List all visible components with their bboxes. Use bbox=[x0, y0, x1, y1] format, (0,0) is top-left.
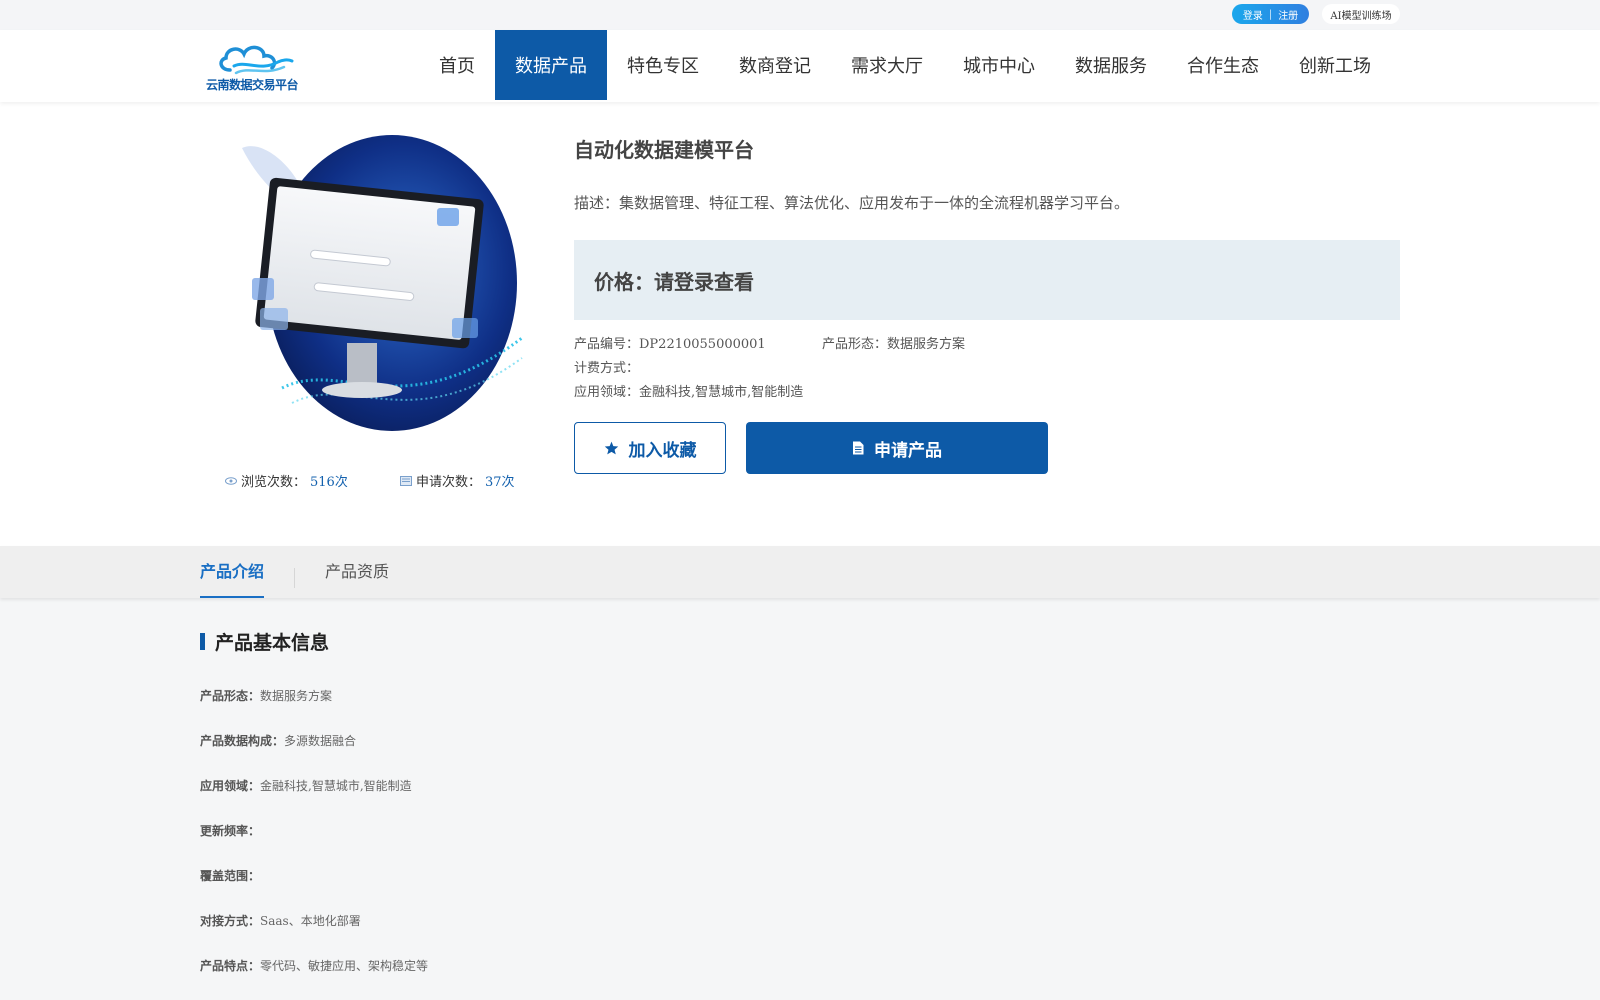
price-box: 价格：请登录查看 bbox=[574, 240, 1400, 320]
info-row: 产品形态：数据服务方案 bbox=[200, 687, 332, 704]
product-title: 自动化数据建模平台 bbox=[574, 138, 754, 162]
info-label: 对接方式： bbox=[200, 914, 261, 928]
file-icon bbox=[853, 441, 864, 455]
nav-item-city-center[interactable]: 城市中心 bbox=[943, 30, 1055, 100]
add-to-favorites-label: 加入收藏 bbox=[628, 440, 697, 461]
login-link[interactable]: 登录 bbox=[1243, 7, 1263, 22]
nav-item-data-products[interactable]: 数据产品 bbox=[495, 30, 607, 100]
view-count-label: 浏览次数： bbox=[241, 475, 307, 490]
info-label: 产品特点： bbox=[200, 959, 261, 973]
star-icon bbox=[604, 441, 618, 455]
info-label: 覆盖范围： bbox=[200, 869, 261, 883]
product-image bbox=[222, 128, 526, 433]
section-title-text: 产品基本信息 bbox=[215, 632, 330, 654]
product-form: 产品形态：数据服务方案 bbox=[822, 337, 966, 352]
ai-training-link[interactable]: AI模型训练场 bbox=[1322, 4, 1400, 24]
info-row: 覆盖范围： bbox=[200, 867, 260, 884]
nav-item-home[interactable]: 首页 bbox=[419, 30, 495, 100]
site-logo[interactable]: 云南数据交易平台 bbox=[206, 40, 302, 94]
info-value: 数据服务方案 bbox=[260, 689, 333, 703]
info-label: 产品形态： bbox=[200, 689, 261, 703]
info-label: 应用领域： bbox=[200, 779, 261, 793]
application-count-value: 37次 bbox=[485, 475, 515, 490]
nav-item-ecosystem[interactable]: 合作生态 bbox=[1167, 30, 1279, 100]
info-label: 更新频率： bbox=[200, 824, 261, 838]
detail-tabs: 产品介绍 产品资质 bbox=[0, 546, 1600, 598]
apply-product-label: 申请产品 bbox=[874, 440, 942, 461]
product-detail-section: 产品介绍 产品资质 产品基本信息 产品形态：数据服务方案 产品数据构成：多源数据… bbox=[0, 546, 1600, 1000]
view-count-value: 516次 bbox=[310, 475, 348, 490]
application-count-label: 申请次数： bbox=[416, 475, 482, 490]
info-value: 多源数据融合 bbox=[284, 734, 357, 748]
add-to-favorites-button[interactable]: 加入收藏 bbox=[574, 422, 726, 474]
auth-separator: | bbox=[1268, 8, 1273, 20]
nav-item-data-services[interactable]: 数据服务 bbox=[1055, 30, 1167, 100]
eye-icon bbox=[225, 476, 237, 485]
application-count: 申请次数： 37次 bbox=[400, 471, 515, 490]
info-value: Saas、本地化部署 bbox=[260, 914, 361, 928]
nav-item-innovation-workshop[interactable]: 创新工场 bbox=[1279, 30, 1391, 100]
view-count: 浏览次数： 516次 bbox=[225, 471, 348, 490]
product-code: 产品编号：DP2210055000001 bbox=[574, 337, 766, 352]
tab-product-qualification[interactable]: 产品资质 bbox=[325, 558, 389, 598]
nav-item-featured-zone[interactable]: 特色专区 bbox=[607, 30, 719, 100]
info-label: 产品数据构成： bbox=[200, 734, 285, 748]
price-text: 价格：请登录查看 bbox=[594, 270, 754, 294]
apply-product-button[interactable]: 申请产品 bbox=[746, 422, 1048, 474]
main-header: 云南数据交易平台 首页 数据产品 特色专区 数商登记 需求大厅 城市中心 数据服… bbox=[0, 30, 1600, 102]
info-row: 对接方式：Saas、本地化部署 bbox=[200, 912, 361, 929]
cloud-logo-icon bbox=[219, 45, 294, 75]
tab-divider bbox=[294, 568, 295, 588]
document-icon bbox=[400, 475, 412, 486]
auth-links: 登录 | 注册 bbox=[1232, 4, 1309, 24]
info-row: 更新频率： bbox=[200, 822, 260, 839]
info-value: 金融科技,智慧城市,智能制造 bbox=[260, 779, 412, 793]
section-title: 产品基本信息 bbox=[200, 628, 329, 655]
info-value: 零代码、敏捷应用、架构稳定等 bbox=[260, 959, 429, 973]
tab-product-intro[interactable]: 产品介绍 bbox=[200, 558, 265, 598]
product-description: 描述：集数据管理、特征工程、算法优化、应用发布于一体的全流程机器学习平台。 bbox=[574, 194, 1130, 212]
main-nav: 首页 数据产品 特色专区 数商登记 需求大厅 城市中心 数据服务 合作生态 创新… bbox=[419, 30, 1391, 100]
application-domain: 应用领域：金融科技,智慧城市,智能制造 bbox=[574, 385, 804, 400]
section-accent-bar bbox=[200, 633, 205, 650]
logo-text: 云南数据交易平台 bbox=[206, 78, 299, 92]
info-row: 产品数据构成：多源数据融合 bbox=[200, 732, 356, 749]
register-link[interactable]: 注册 bbox=[1278, 7, 1298, 22]
nav-item-demand-hall[interactable]: 需求大厅 bbox=[831, 30, 943, 100]
nav-item-merchant-registration[interactable]: 数商登记 bbox=[719, 30, 831, 100]
top-utility-bar: 登录 | 注册 AI模型训练场 bbox=[0, 0, 1600, 30]
info-row: 产品特点：零代码、敏捷应用、架构稳定等 bbox=[200, 957, 428, 974]
billing-method: 计费方式： bbox=[574, 361, 640, 376]
info-row: 应用领域：金融科技,智慧城市,智能制造 bbox=[200, 777, 412, 794]
